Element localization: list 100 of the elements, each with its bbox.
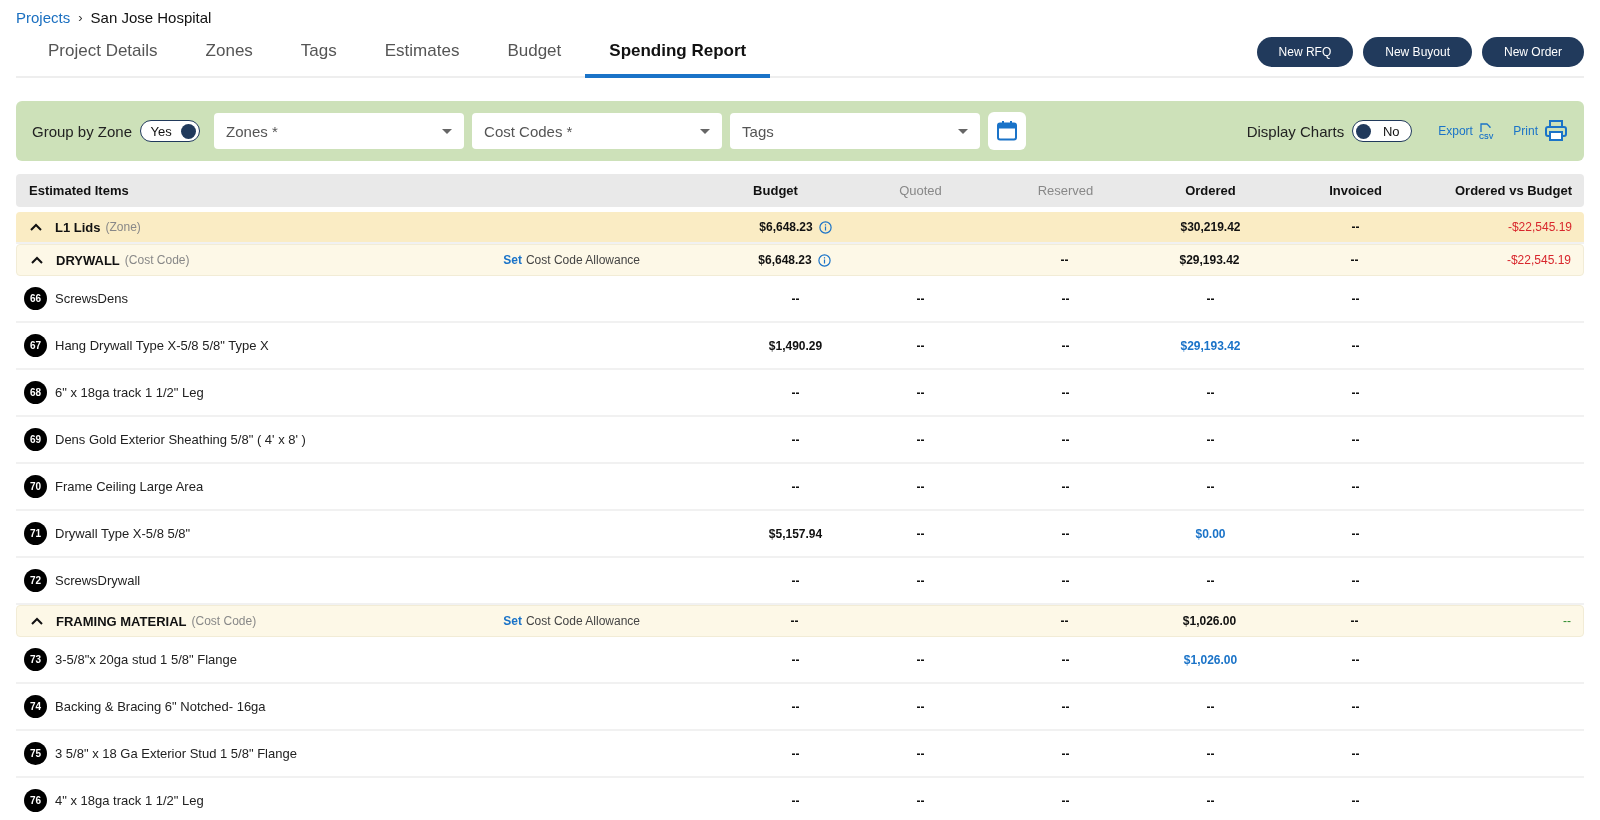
- table-cell: $1,026.00: [1182, 614, 1237, 628]
- item-number: 73: [24, 648, 47, 671]
- table-cell: --: [1350, 614, 1359, 628]
- calendar-button[interactable]: [988, 112, 1027, 150]
- table-cell: --: [1061, 793, 1070, 808]
- item-name: 6" x 18ga track 1 1/2" Leg: [55, 385, 204, 400]
- amount-link[interactable]: $29,193.42: [1180, 338, 1241, 353]
- table-cell: --: [1351, 526, 1360, 541]
- table-cell: --: [916, 746, 925, 761]
- tab[interactable]: Estimates: [360, 28, 484, 78]
- table-cell: --: [791, 652, 800, 667]
- item-name: 4" x 18ga track 1 1/2" Leg: [55, 793, 204, 808]
- printer-icon: [1544, 120, 1568, 142]
- item-name: 3-5/8"x 20ga stud 1 5/8" Flange: [55, 652, 237, 667]
- select-field[interactable]: Tags: [730, 113, 981, 149]
- table-cell: --: [1061, 573, 1070, 588]
- select-field[interactable]: Cost Codes *: [472, 113, 723, 149]
- table-cell: --: [1351, 746, 1360, 761]
- tab[interactable]: Zones: [181, 28, 277, 78]
- item-name: Dens Gold Exterior Sheathing 5/8" ( 4' x 8' ): [55, 432, 306, 447]
- column-header: Ordered: [1184, 183, 1237, 198]
- info-icon[interactable]: [818, 220, 832, 234]
- table-cell: --: [1351, 291, 1360, 306]
- table-cell: --: [916, 479, 925, 494]
- item-number: 66: [24, 287, 47, 310]
- column-header: Estimated Items: [28, 183, 130, 198]
- table-cell: --: [916, 793, 925, 808]
- table-cell: --: [1061, 432, 1070, 447]
- table-cell: --: [1351, 793, 1360, 808]
- table-cell: $30,219.42: [1180, 220, 1241, 234]
- table-cell: --: [1351, 432, 1360, 447]
- table-cell: --: [1061, 338, 1070, 353]
- toggle-switch[interactable]: Yes: [140, 120, 201, 142]
- table-cell: --: [916, 652, 925, 667]
- table-cell: --: [1351, 479, 1360, 494]
- amount-link[interactable]: $0.00: [1195, 526, 1226, 541]
- collapse-icon[interactable]: [31, 256, 43, 264]
- table-cell: --: [791, 793, 800, 808]
- column-header: Quoted: [898, 183, 943, 198]
- table-cell: --: [916, 385, 925, 400]
- action-button[interactable]: New Order: [1482, 37, 1584, 67]
- table-cell: --: [1060, 614, 1069, 628]
- item-number: 71: [24, 522, 47, 545]
- tab[interactable]: Tags: [276, 28, 361, 78]
- select-field[interactable]: Zones *: [214, 113, 465, 149]
- table-cell: --: [1351, 338, 1360, 353]
- table-cell: $29,193.42: [1179, 253, 1240, 267]
- table-cell: --: [1206, 793, 1215, 808]
- item-name: Hang Drywall Type X-5/8 5/8" Type X: [55, 338, 269, 353]
- table-cell: --: [1351, 385, 1360, 400]
- info-icon[interactable]: [817, 253, 831, 267]
- table-cell: --: [916, 573, 925, 588]
- item-name: 3 5/8" x 18 Ga Exterior Stud 1 5/8" Flange: [55, 746, 297, 761]
- group-type: (Zone): [105, 220, 141, 234]
- allowance-label: Cost Code Allowance: [525, 614, 640, 628]
- table-cell: --: [1061, 291, 1070, 306]
- tab[interactable]: Spending Report: [585, 28, 771, 78]
- table-cell: --: [1206, 573, 1215, 588]
- table-cell: --: [791, 385, 800, 400]
- item-name: Frame Ceiling Large Area: [55, 479, 204, 494]
- toggle-label: Group by Zone: [32, 122, 133, 140]
- table-cell: --: [1061, 385, 1070, 400]
- group-name: DRYWALL: [56, 252, 120, 268]
- group-name: FRAMING MATERIAL: [56, 613, 187, 629]
- action-button[interactable]: New RFQ: [1256, 37, 1354, 67]
- table-cell: --: [1351, 699, 1360, 714]
- calendar-icon: [995, 119, 1020, 143]
- set-link[interactable]: Set: [503, 253, 522, 267]
- set-link[interactable]: Set: [503, 614, 522, 628]
- table-cell: --: [916, 291, 925, 306]
- item-number: 69: [24, 428, 47, 451]
- table-cell: --: [1061, 479, 1070, 494]
- table-cell: --: [791, 479, 800, 494]
- breadcrumb-link[interactable]: Projects: [16, 8, 71, 26]
- item-number: 68: [24, 381, 47, 404]
- column-header: Invoiced: [1328, 183, 1383, 198]
- item-number: 72: [24, 569, 47, 592]
- table-cell: --: [1061, 526, 1070, 541]
- table-cell: --: [1351, 652, 1360, 667]
- column-header: Budget: [752, 183, 799, 198]
- table-cell: --: [1206, 746, 1215, 761]
- item-name: ScrewsDrywall: [55, 573, 141, 588]
- table-cell: --: [1563, 614, 1571, 628]
- group-type: (Cost Code): [191, 614, 257, 628]
- tab[interactable]: Budget: [483, 28, 586, 78]
- collapse-icon[interactable]: [30, 223, 42, 231]
- print-link[interactable]: Print: [1513, 120, 1568, 142]
- column-header: Ordered vs Budget: [1453, 183, 1573, 198]
- column-header: Reserved: [1036, 183, 1095, 198]
- table-cell: --: [1351, 220, 1360, 234]
- tab[interactable]: Project Details: [24, 28, 182, 78]
- amount-link[interactable]: $1,026.00: [1183, 652, 1238, 667]
- toggle-switch[interactable]: No: [1352, 120, 1413, 142]
- allowance-label: Cost Code Allowance: [525, 253, 640, 267]
- table-cell: --: [1206, 291, 1215, 306]
- collapse-icon[interactable]: [31, 617, 43, 625]
- table-cell: --: [791, 573, 800, 588]
- table-cell: --: [790, 614, 799, 628]
- table-cell: --: [1350, 253, 1359, 267]
- action-button[interactable]: New Buyout: [1363, 37, 1472, 67]
